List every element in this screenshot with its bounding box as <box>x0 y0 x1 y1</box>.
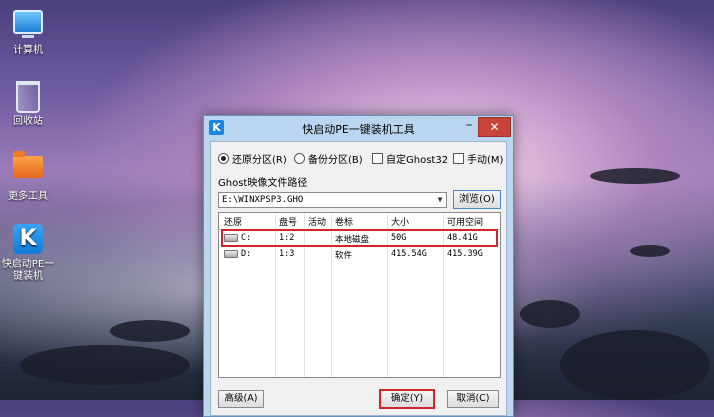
browse-button[interactable]: 浏览(O) <box>453 190 501 209</box>
manual-label: 手动(M) <box>467 155 504 166</box>
backup-label: 备份分区(B) <box>308 155 363 166</box>
custom-ghost-checkbox[interactable]: 自定Ghost32 <box>372 151 448 166</box>
wallpaper-rock <box>590 168 680 184</box>
table-header: 还原 盘号 活动 卷标 大小 可用空间 <box>219 213 500 230</box>
desktop-icon-computer[interactable]: 计算机 <box>0 6 56 57</box>
column-header[interactable]: 卷标 <box>335 215 353 228</box>
advanced-button[interactable]: 高级(A) <box>218 390 264 408</box>
restore-label: 还原分区(R) <box>232 155 287 166</box>
column-header[interactable]: 还原 <box>224 215 242 228</box>
partition-table[interactable]: 还原 盘号 活动 卷标 大小 可用空间 C: 1:2 本地磁盘 50G 48.4… <box>218 212 501 378</box>
dialog-client: 还原分区(R) 备份分区(B) 自定Ghost32 手动(M) Ghost映像文… <box>210 141 507 416</box>
radio-icon <box>218 153 229 164</box>
checkbox-icon <box>453 153 464 164</box>
installer-dialog: K 快启动PE一键装机工具 – ✕ 还原分区(R) 备份分区(B) 自定Ghos… <box>203 115 514 417</box>
ghost-path-combobox[interactable]: E:\WINXPSP3.GHO ▼ <box>218 192 447 208</box>
desktop-icon-label: 回收站 <box>13 116 43 127</box>
wallpaper-rock <box>110 320 190 342</box>
drive-cell: D: <box>224 249 251 259</box>
minimize-button[interactable]: – <box>458 118 480 136</box>
disk-cell: 1:3 <box>279 249 295 259</box>
column-header[interactable]: 盘号 <box>279 215 297 228</box>
desktop-icon-more-tools[interactable]: 更多工具 <box>0 150 56 203</box>
dialog-titlebar[interactable]: K 快启动PE一键装机工具 – ✕ <box>204 116 513 140</box>
k-app-icon: K <box>12 224 44 256</box>
desktop-icon-recycle-bin[interactable]: 回收站 <box>0 78 56 128</box>
wallpaper-rock <box>20 345 190 385</box>
computer-icon <box>12 10 44 42</box>
desktop-icon-k-app[interactable]: K 快启动PE一键装机 <box>0 224 56 283</box>
volume-label-cell: 软件 <box>335 251 353 261</box>
ghost-path-label: Ghost映像文件路径 <box>218 178 308 189</box>
column-header[interactable]: 大小 <box>391 215 409 228</box>
chevron-down-icon[interactable]: ▼ <box>434 193 446 207</box>
wallpaper-rock <box>560 330 710 400</box>
drive-icon <box>224 249 238 258</box>
wallpaper-rock <box>630 245 670 257</box>
ghost-path-value: E:\WINXPSP3.GHO <box>222 195 304 205</box>
recycle-bin-icon <box>12 81 44 113</box>
close-button[interactable]: ✕ <box>478 117 511 137</box>
checkbox-icon <box>372 153 383 164</box>
backup-radio[interactable]: 备份分区(B) <box>294 151 363 166</box>
manual-checkbox[interactable]: 手动(M) <box>453 151 503 166</box>
free-space-cell: 415.39G <box>447 249 483 259</box>
column-header[interactable]: 活动 <box>308 215 326 228</box>
desktop-icon-label: 快启动PE一键装机 <box>1 259 55 282</box>
cancel-button[interactable]: 取消(C) <box>447 390 499 408</box>
custom-ghost-label: 自定Ghost32 <box>386 155 449 166</box>
column-header[interactable]: 可用空间 <box>447 215 483 228</box>
selected-row-highlight <box>221 229 498 247</box>
restore-radio[interactable]: 还原分区(R) <box>218 151 287 166</box>
table-row[interactable]: D: 1:3 软件 415.54G 415.39G <box>219 246 500 262</box>
wallpaper-rock <box>520 300 580 328</box>
mode-options: 还原分区(R) 备份分区(B) 自定Ghost32 手动(M) <box>218 151 503 166</box>
size-cell: 415.54G <box>391 249 427 259</box>
folder-icon <box>12 151 44 188</box>
desktop-icon-label: 计算机 <box>13 45 43 56</box>
radio-icon <box>294 153 305 164</box>
ok-button[interactable]: 确定(Y) <box>379 389 435 409</box>
desktop-icon-label: 更多工具 <box>8 191 48 202</box>
